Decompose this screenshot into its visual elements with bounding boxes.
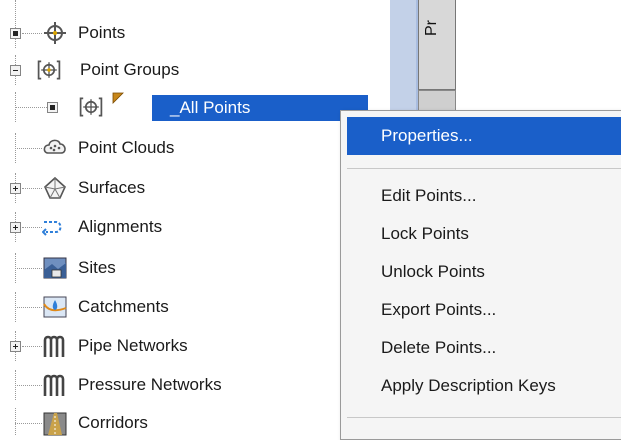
side-tab-label: Pr: [423, 20, 440, 36]
tree-item-label: Alignments: [78, 217, 163, 236]
tree-item-label: Point Clouds: [78, 138, 175, 157]
tree-item-pressure-networks[interactable]: Pressure Networks: [0, 370, 390, 400]
tree-connector: [22, 346, 42, 347]
menu-separator: [347, 417, 621, 418]
point-group-icon: [79, 97, 103, 117]
alignments-icon: [42, 221, 62, 236]
tree-item-label: Sites: [78, 258, 116, 277]
tree-item-surfaces[interactable]: Surfaces: [0, 173, 390, 203]
point-groups-icon: [37, 60, 61, 80]
tree-item-label: Surfaces: [78, 178, 146, 197]
menu-item-lock-points[interactable]: Lock Points: [347, 215, 621, 253]
tree-item-label: Point Groups: [80, 60, 180, 79]
surfaces-icon: [44, 176, 66, 199]
tree-item-label: Catchments: [78, 297, 169, 316]
tree-connector: [22, 33, 42, 34]
menu-item-delete-points[interactable]: Delete Points...: [347, 329, 621, 367]
tree-connector: [15, 107, 47, 108]
tree-item-label: _All Points: [152, 95, 369, 121]
pressure-networks-icon: [43, 374, 65, 396]
sites-icon: [43, 257, 67, 279]
menu-item-edit-points[interactable]: Edit Points...: [347, 177, 621, 215]
tree-item-label: Pressure Networks: [78, 375, 222, 394]
flag-icon: [112, 92, 124, 104]
prospector-tree: Points Point Groups _All Points Point Cl…: [0, 0, 390, 436]
tree-item-alignments[interactable]: Alignments: [0, 212, 390, 242]
tree-connector: [15, 148, 42, 149]
tree-item-catchments[interactable]: Catchments: [0, 292, 390, 322]
tree-connector: [15, 307, 42, 308]
tree-connector: [15, 0, 16, 48]
tree-node-bullet[interactable]: [47, 102, 58, 113]
points-icon: [44, 22, 66, 44]
tree-item-all-points[interactable]: _All Points: [0, 92, 390, 122]
tree-connector: [15, 408, 16, 435]
tree-item-label: Points: [78, 23, 126, 42]
point-clouds-icon: [43, 139, 66, 154]
menu-item-apply-description-keys[interactable]: Apply Description Keys: [347, 367, 621, 405]
tree-item-label: Corridors: [78, 413, 148, 432]
tree-item-pipe-networks[interactable]: Pipe Networks: [0, 331, 390, 361]
tree-connector: [22, 188, 42, 189]
expand-toggle[interactable]: [10, 341, 21, 352]
tree-item-label: Pipe Networks: [78, 336, 188, 355]
tree-node-bullet[interactable]: [10, 28, 21, 39]
pipe-networks-icon: [43, 335, 65, 357]
menu-item-export-points[interactable]: Export Points...: [347, 291, 621, 329]
menu-item-properties[interactable]: Properties...: [347, 117, 621, 155]
tree-connector: [15, 423, 42, 424]
tree-item-sites[interactable]: Sites: [0, 253, 390, 283]
tree-item-point-groups[interactable]: Point Groups: [0, 55, 390, 85]
expand-toggle[interactable]: [10, 183, 21, 194]
menu-item-unlock-points[interactable]: Unlock Points: [347, 253, 621, 291]
tree-item-point-clouds[interactable]: Point Clouds: [0, 133, 390, 163]
context-menu: Properties... Edit Points... Lock Points…: [340, 110, 621, 440]
corridors-icon: [43, 412, 67, 436]
tree-item-corridors[interactable]: Corridors: [0, 408, 390, 436]
collapse-toggle[interactable]: [10, 65, 21, 76]
menu-separator: [347, 168, 621, 169]
tree-connector: [15, 385, 42, 386]
tree-connector: [15, 268, 42, 269]
tree-connector: [22, 227, 42, 228]
tree-item-points[interactable]: Points: [0, 0, 390, 48]
expand-toggle[interactable]: [10, 222, 21, 233]
catchments-icon: [43, 296, 67, 318]
side-tab-properties[interactable]: Pr: [418, 0, 456, 90]
